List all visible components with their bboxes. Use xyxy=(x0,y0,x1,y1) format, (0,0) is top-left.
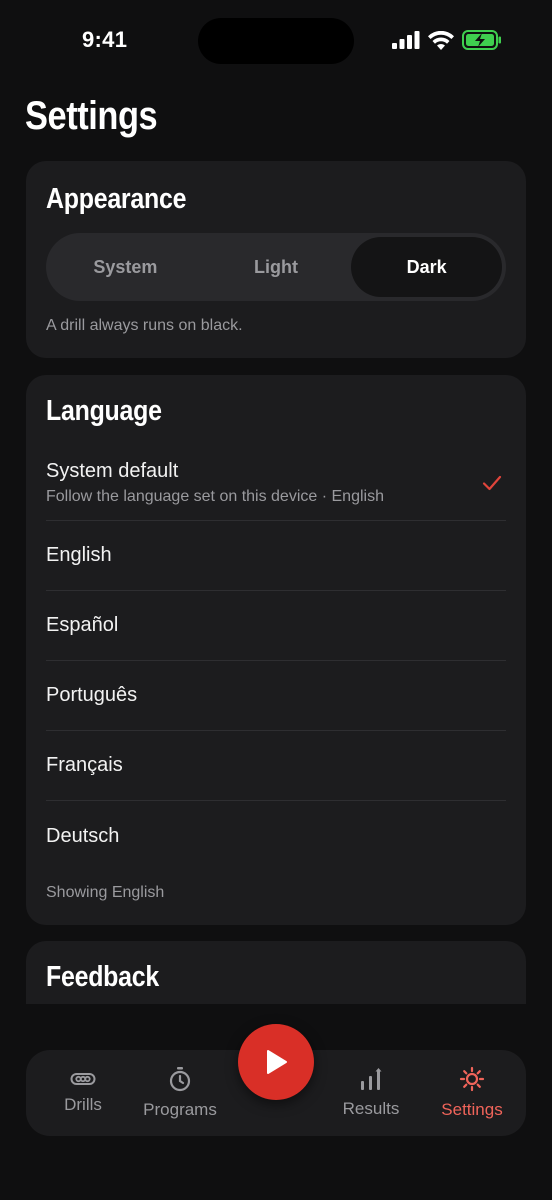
tab-programs[interactable]: Programs xyxy=(134,1050,226,1136)
gear-icon xyxy=(459,1066,485,1092)
tab-drills[interactable]: Drills xyxy=(48,1050,118,1136)
appearance-note: A drill always runs on black. xyxy=(46,317,243,334)
language-option-francais[interactable]: Français xyxy=(46,731,506,801)
tab-label: Results xyxy=(342,1099,400,1118)
checkmark-icon xyxy=(482,475,502,490)
chain-icon xyxy=(70,1073,96,1085)
language-option-english[interactable]: English xyxy=(46,521,506,591)
tab-settings[interactable]: Settings xyxy=(430,1050,514,1136)
status-time: 9:41 xyxy=(82,27,128,52)
language-option-portugues[interactable]: Português xyxy=(46,661,506,731)
language-note: Showing English xyxy=(46,884,165,901)
feedback-card: Feedback xyxy=(26,941,526,1004)
feedback-title: Feedback xyxy=(46,961,159,993)
appearance-option-dark[interactable]: Dark xyxy=(351,237,503,297)
language-option-label: Português xyxy=(46,684,138,706)
language-option-subtitle: Follow the language set on this device ·… xyxy=(46,487,384,505)
language-option-espanol[interactable]: Español xyxy=(46,591,506,661)
status-icons xyxy=(392,30,502,50)
bar-chart-icon xyxy=(361,1068,382,1090)
page-title: Settings xyxy=(25,94,158,138)
language-option-system-default[interactable]: System default Follow the language set o… xyxy=(46,445,506,521)
appearance-option-system[interactable]: System xyxy=(50,237,201,297)
language-card: Language System default Follow the langu… xyxy=(26,375,526,925)
dynamic-island xyxy=(198,18,354,64)
start-drill-button[interactable] xyxy=(238,1024,314,1100)
language-option-label: Deutsch xyxy=(46,824,120,847)
stopwatch-icon xyxy=(169,1067,191,1092)
language-option-label: Français xyxy=(46,754,123,776)
tab-label: Settings xyxy=(441,1100,503,1119)
status-bar: 9:41 xyxy=(0,0,552,80)
language-option-label: English xyxy=(46,544,112,566)
wifi-icon xyxy=(428,30,454,50)
language-option-deutsch[interactable]: Deutsch xyxy=(46,801,506,871)
language-list: System default Follow the language set o… xyxy=(46,445,506,871)
signal-icon xyxy=(392,31,420,49)
appearance-card: Appearance System Light Dark A drill alw… xyxy=(26,161,526,358)
tab-label: Programs xyxy=(143,1100,217,1119)
battery-charging-icon xyxy=(462,30,501,50)
tab-label: Drills xyxy=(64,1095,102,1114)
language-option-label: Español xyxy=(46,614,119,636)
language-option-label: System default xyxy=(46,459,179,482)
appearance-option-light[interactable]: Light xyxy=(201,237,352,297)
tab-results[interactable]: Results xyxy=(332,1050,410,1136)
appearance-segmented-control: System Light Dark xyxy=(46,233,506,301)
language-title: Language xyxy=(46,395,162,427)
appearance-title: Appearance xyxy=(46,183,187,215)
play-icon xyxy=(267,1050,287,1074)
